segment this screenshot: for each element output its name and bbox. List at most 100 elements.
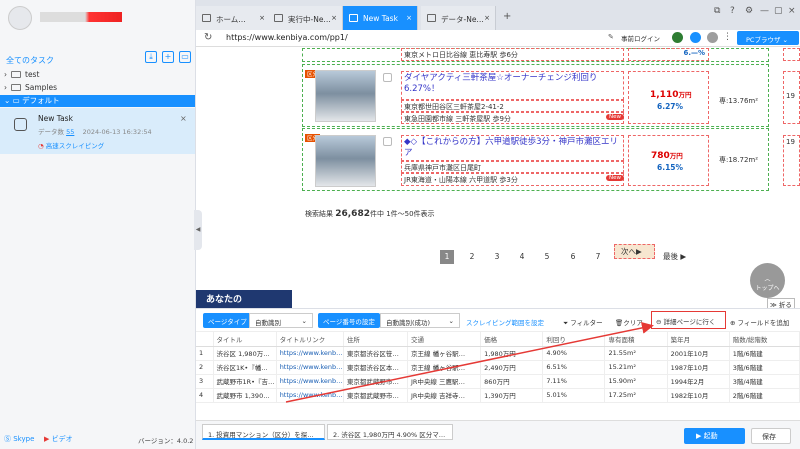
favorite-checkbox[interactable]	[383, 73, 392, 82]
folder-label: Samples	[25, 83, 58, 92]
listing-price: 780万円	[651, 150, 683, 161]
start-button[interactable]: ▶ 起動	[684, 428, 745, 444]
tab-page-icon	[274, 14, 283, 22]
listing-prev-station: 東京メトロ日比谷線 恵比寿駅 歩6分	[401, 48, 624, 61]
task-name: New Task	[38, 114, 73, 123]
refresh-icon[interactable]: ↻	[204, 32, 212, 43]
listing-extra: 19	[783, 71, 800, 124]
close-icon[interactable]: ×	[406, 14, 412, 22]
folder-test[interactable]: › test	[4, 70, 39, 79]
page-1[interactable]: 1	[440, 250, 454, 264]
import-icon[interactable]: ⤓	[145, 51, 157, 63]
price-number: 780	[651, 151, 670, 161]
to-top-label: トップへ	[755, 285, 780, 292]
new-folder-icon[interactable]: ▭	[179, 51, 191, 63]
folder-default[interactable]: ⌄ ▭ デフォルト	[0, 95, 195, 107]
result-number: 26,682	[335, 209, 370, 219]
listing-prev-yield: 6.—%	[683, 49, 705, 57]
page-4[interactable]: 4	[515, 250, 529, 264]
extension-icon[interactable]	[672, 32, 683, 43]
page-5[interactable]: 5	[540, 250, 554, 264]
tab-data[interactable]: データ-Ne… ×	[421, 6, 496, 30]
skype-link[interactable]: Ⓢ Skype	[4, 434, 34, 444]
property-photo[interactable]	[315, 135, 376, 187]
speed-icon: ◔	[38, 142, 44, 150]
listing-yield: 6.15%	[657, 163, 684, 172]
help-icon[interactable]: ?	[730, 6, 735, 16]
pc-browser-select[interactable]: PCブラウザ ⌄	[737, 31, 799, 45]
tab-running[interactable]: 実行中-Ne… ×	[268, 6, 343, 30]
close-icon[interactable]: ×	[484, 14, 490, 22]
folder-icon	[11, 84, 21, 91]
task-meta-label: データ数	[38, 128, 64, 136]
youtube-icon: ▶	[44, 435, 50, 443]
tab-label: 実行中-Ne…	[288, 15, 331, 24]
listing-price: 1,110万円	[650, 89, 691, 100]
page-7[interactable]: 7	[591, 250, 605, 264]
breadcrumb-step-2[interactable]: 2. 渋谷区 1,980万円 4.90% 区分マ…	[327, 424, 453, 440]
tab-label: New Task	[363, 14, 398, 23]
page-2[interactable]: 2	[465, 250, 479, 264]
edit-icon[interactable]: ✎	[608, 33, 614, 41]
listing-prev-price: 6.—%	[628, 48, 709, 61]
new-badge: New	[606, 175, 624, 181]
folder-samples[interactable]: › Samples	[4, 83, 57, 92]
more-menu-icon[interactable]: ⋮	[723, 32, 732, 42]
folder-label: test	[25, 70, 40, 79]
page-3[interactable]: 3	[490, 250, 504, 264]
video-link[interactable]: ▶ ビデオ	[44, 434, 73, 444]
folder-icon	[11, 71, 21, 78]
last-page-link[interactable]: 最後 ▶	[663, 251, 686, 262]
new-task-icon[interactable]: +	[162, 51, 174, 63]
add-tab-icon[interactable]: +	[503, 11, 511, 22]
listing-area: 専:18.72m²	[719, 156, 759, 164]
next-page-link[interactable]: 次へ▶	[614, 244, 655, 259]
close-icon[interactable]: ×	[180, 114, 187, 123]
to-top-button[interactable]: ︿ トップへ	[750, 263, 785, 298]
save-button[interactable]: 保存	[751, 428, 791, 444]
chevron-right-icon: ›	[4, 70, 7, 79]
minimize-icon[interactable]: —	[760, 6, 769, 16]
tab-label: ホーム…	[216, 15, 246, 24]
restore-tab-icon[interactable]: ⧉	[714, 6, 720, 16]
folder-label: デフォルト	[22, 96, 60, 105]
result-prefix: 検索結果	[305, 210, 333, 218]
last-page-label: 最後	[663, 252, 678, 261]
clock-icon[interactable]	[707, 32, 718, 43]
left-panel	[0, 0, 196, 449]
skype-label: Skype	[13, 435, 35, 443]
tab-home[interactable]: ホーム… ×	[196, 6, 271, 30]
breadcrumb-step-1[interactable]: 1. 投資用マンション（区分）を探…	[202, 424, 325, 440]
video-label: ビデオ	[51, 435, 73, 443]
favorite-checkbox[interactable]	[383, 137, 392, 146]
pre-login-button[interactable]: 事前ログイン	[621, 33, 660, 43]
task-date: 2024-06-13 16:32:54	[82, 128, 152, 136]
maximize-icon[interactable]: ▢	[774, 6, 783, 16]
listing-title[interactable]: ダイヤアクティ三軒茶屋☆オーナーチェンジ利回り6.27%！	[401, 71, 624, 100]
price-number: 1,110	[650, 90, 679, 100]
search-result-count: 検索結果 26,682件中 1件～50件表示	[305, 209, 435, 219]
close-window-icon[interactable]: ×	[788, 6, 796, 16]
collapse-handle[interactable]: ◀	[194, 210, 202, 250]
task-data-count[interactable]: 55	[66, 128, 74, 136]
property-photo[interactable]	[315, 70, 376, 122]
robot-icon	[14, 118, 27, 131]
listing-station: 東急田園都市線 三軒茶屋駅 歩9分	[401, 112, 624, 124]
tab-page-icon	[427, 14, 436, 22]
user-agent-icon[interactable]	[690, 32, 701, 43]
tab-new-task[interactable]: New Task ×	[343, 6, 418, 30]
price-unit: 万円	[669, 152, 683, 160]
listing-title[interactable]: ◆◇【これからの方】六甲道駅徒歩3分・神戸市灘区エリア	[401, 135, 624, 161]
account-name-redacted	[40, 12, 122, 22]
annotation-arrow	[285, 321, 654, 403]
close-icon[interactable]: ×	[259, 14, 265, 22]
chevron-right-icon: ›	[4, 83, 7, 92]
close-icon[interactable]: ×	[331, 14, 337, 22]
home-icon	[202, 14, 211, 22]
price-unit: 万円	[678, 91, 692, 99]
settings-icon[interactable]: ⚙	[745, 6, 753, 16]
new-badge: New	[606, 114, 624, 120]
page-6[interactable]: 6	[566, 250, 580, 264]
url-input[interactable]: https://www.kenbiya.com/pp1/	[226, 33, 348, 42]
avatar[interactable]	[8, 6, 32, 30]
